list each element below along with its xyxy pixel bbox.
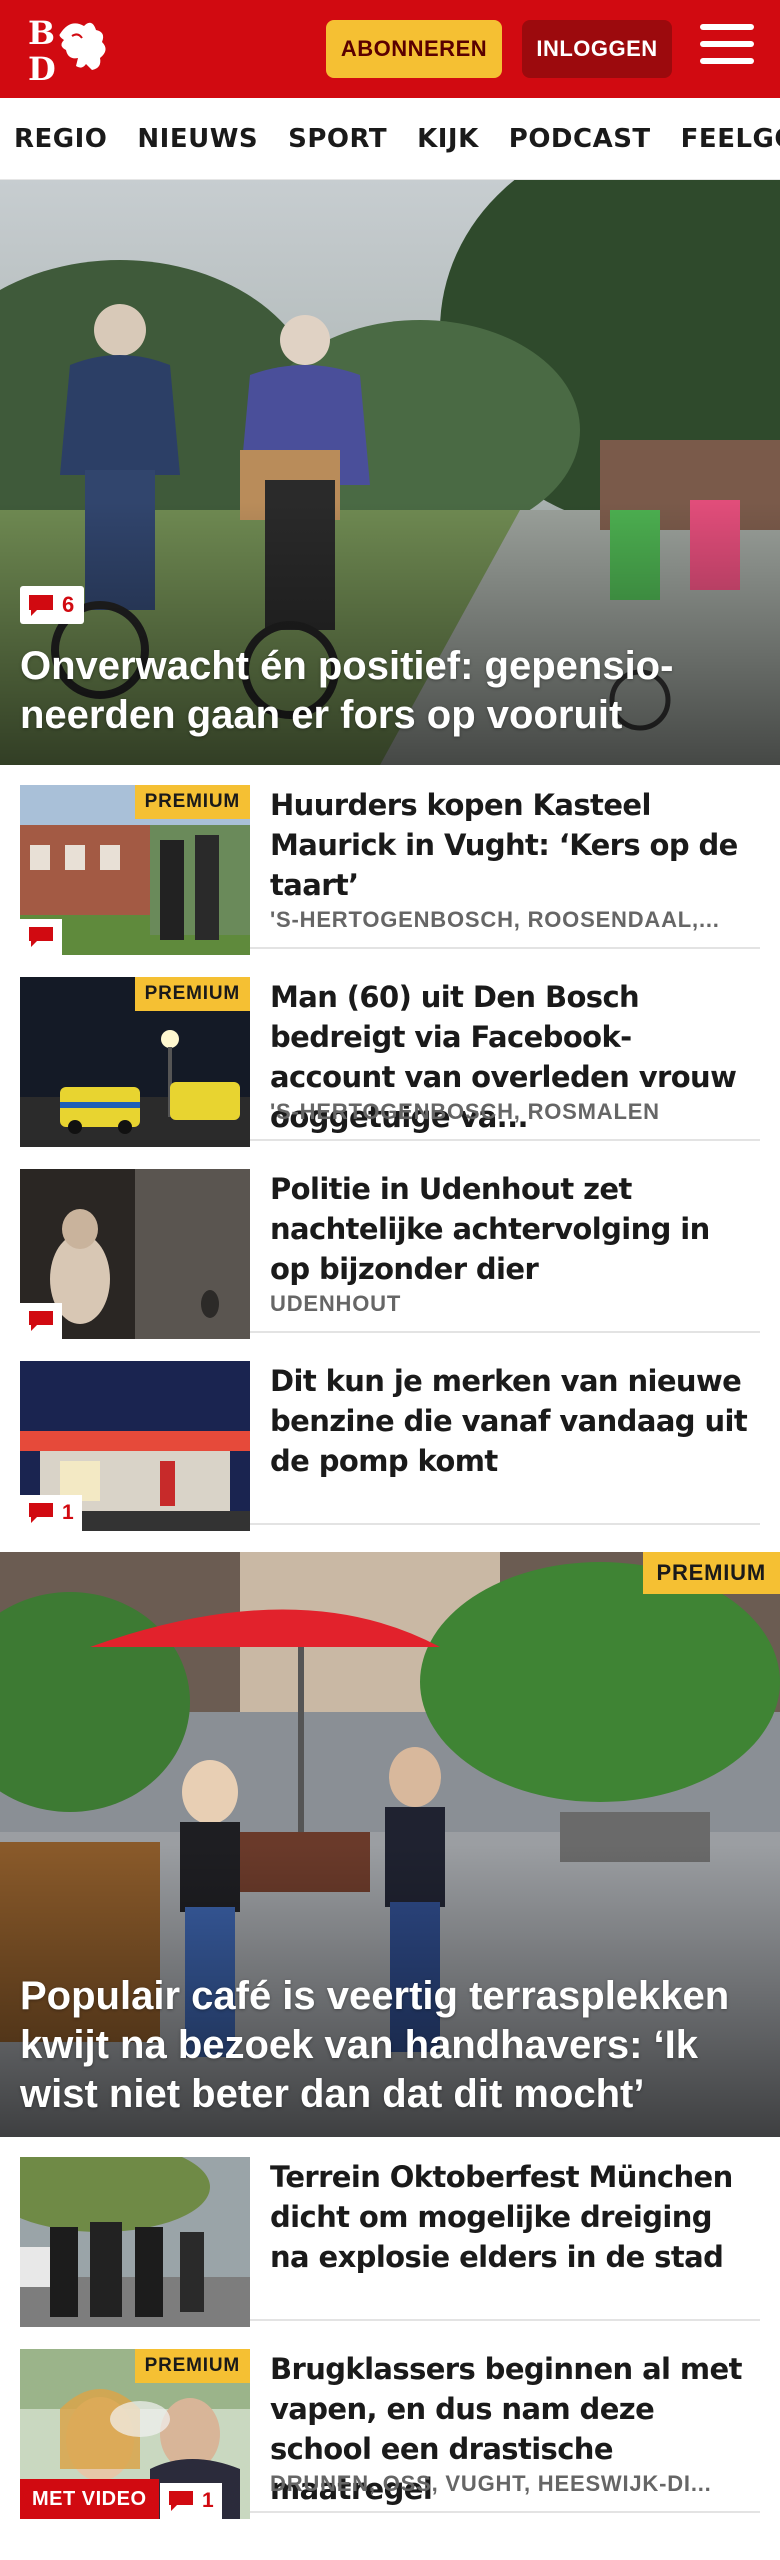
article-location: DRUNEN, OSS, VUGHT, HEESWIJK-DI... <box>270 2471 712 2496</box>
article-item[interactable]: PREMIUM MET VIDEO 1 Brugklassers beginne… <box>20 2329 760 2519</box>
section-nav: REGIO NIEUWS SPORT KIJK PODCAST FEELGOOD <box>0 98 780 180</box>
video-badge[interactable]: MET VIDEO <box>20 2479 159 2519</box>
nav-item-podcast[interactable]: PODCAST <box>495 124 667 154</box>
subscribe-button[interactable]: ABONNEREN <box>326 20 502 78</box>
comment-badge[interactable] <box>20 1303 62 1339</box>
svg-text:B: B <box>28 14 55 52</box>
article-item[interactable]: 1 Dit kun je merken van nieuwe benzine d… <box>20 1341 760 1531</box>
article-item[interactable]: Politie in Udenhout zet nachtelij­ke ach… <box>20 1149 760 1339</box>
bd-logo[interactable]: B D <box>26 14 122 86</box>
nav-item-kijk[interactable]: KIJK <box>403 124 495 154</box>
nav-item-feelgood[interactable]: FEELGOOD <box>667 124 780 154</box>
hero-article[interactable]: 6 Onverwacht én positief: gepensio­neerd… <box>0 180 780 765</box>
article-thumbnail: PREMIUM <box>20 977 250 1147</box>
svg-text:D: D <box>28 50 56 86</box>
top-header: B D ABONNEREN INLOGGEN <box>0 0 780 98</box>
comment-count: 1 <box>62 1501 74 1524</box>
feature-title[interactable]: Populair café is veertig terrasplekken k… <box>20 1972 770 2119</box>
premium-badge: PREMIUM <box>134 785 250 819</box>
feature-article[interactable]: PREMIUM Populair café is veertig terrasp… <box>0 1552 780 2137</box>
nav-item-regio[interactable]: REGIO <box>0 124 123 154</box>
comment-badge[interactable]: 1 <box>20 1495 82 1531</box>
article-location: UDENHOUT <box>270 1291 402 1316</box>
comment-icon <box>29 927 53 947</box>
article-thumbnail: PREMIUM <box>20 785 250 955</box>
premium-badge: PREMIUM <box>642 1552 780 1594</box>
comment-badge[interactable]: 1 <box>160 2483 222 2519</box>
premium-badge: PREMIUM <box>134 977 250 1011</box>
premium-badge: PREMIUM <box>134 2349 250 2383</box>
hero-comment-count[interactable]: 6 <box>20 586 85 624</box>
article-item[interactable]: PREMIUM Man (60) uit Den Bosch bedreigt … <box>20 957 760 1147</box>
comment-count: 6 <box>62 592 75 617</box>
article-thumbnail <box>20 1169 250 1339</box>
article-item[interactable]: PREMIUM Huurders kopen Kasteel Maurick i… <box>20 765 760 955</box>
nav-item-sport[interactable]: SPORT <box>274 124 403 154</box>
article-thumbnail: PREMIUM MET VIDEO 1 <box>20 2349 250 2519</box>
login-button[interactable]: INLOGGEN <box>522 20 672 78</box>
comment-count: 1 <box>202 2489 214 2512</box>
article-item[interactable]: Terrein Oktoberfest München dicht om mog… <box>20 2137 760 2327</box>
article-location: 'S-HERTOGENBOSCH, ROOSENDAAL,... <box>270 907 720 932</box>
article-title[interactable]: Dit kun je merken van nieuwe benzine die… <box>270 1361 750 1481</box>
article-title[interactable]: Huurders kopen Kasteel Maurick in Vught:… <box>270 785 750 905</box>
menu-icon[interactable] <box>700 24 754 70</box>
article-thumbnail: 1 <box>20 1361 250 1531</box>
comment-badge[interactable] <box>20 919 62 955</box>
article-title[interactable]: Politie in Udenhout zet nachtelij­ke ach… <box>270 1169 750 1289</box>
comment-icon <box>169 2491 193 2511</box>
nav-item-nieuws[interactable]: NIEUWS <box>123 124 274 154</box>
article-location: 'S-HERTOGENBOSCH, ROSMALEN <box>270 1099 660 1124</box>
article-title[interactable]: Terrein Oktoberfest München dicht om mog… <box>270 2157 750 2277</box>
article-thumbnail <box>20 2157 250 2327</box>
comment-icon <box>29 1503 53 1523</box>
hero-title[interactable]: Onverwacht én positief: gepensio­neerden… <box>20 642 740 740</box>
comment-icon <box>29 595 53 616</box>
comment-icon <box>29 1311 53 1331</box>
